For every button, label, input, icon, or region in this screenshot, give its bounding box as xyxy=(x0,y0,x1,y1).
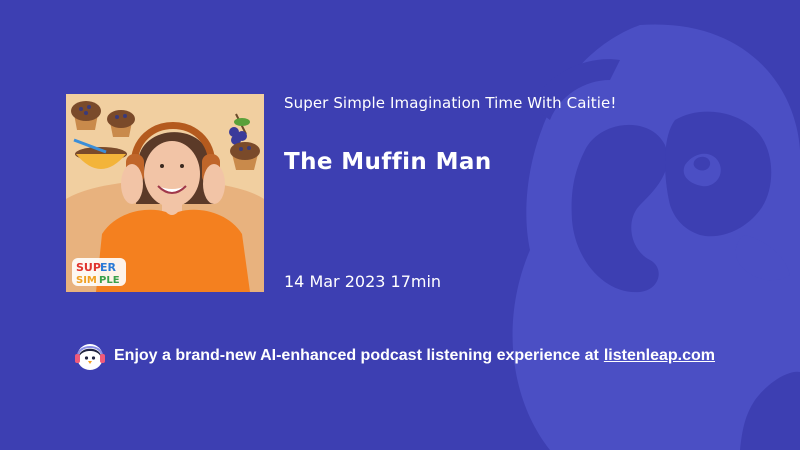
episode-duration: 17min xyxy=(390,272,442,291)
promo-text: Enjoy a brand-new AI-enhanced podcast li… xyxy=(114,347,599,364)
podcast-cover-image[interactable]: SUP ER SIM PLE xyxy=(66,94,264,292)
episode-meta: 14 Mar 2023 17min xyxy=(284,272,441,291)
promo-link[interactable]: listenleap.com xyxy=(604,347,715,365)
svg-text:SIM: SIM xyxy=(76,275,97,286)
svg-text:SUP: SUP xyxy=(76,261,101,274)
promo-banner: Enjoy a brand-new AI-enhanced podcast li… xyxy=(74,340,715,372)
show-title[interactable]: Super Simple Imagination Time With Caiti… xyxy=(284,94,616,112)
penguin-mascot-watermark-icon xyxy=(512,24,800,450)
episode-date: 14 Mar 2023 xyxy=(284,272,386,291)
svg-text:ER: ER xyxy=(100,261,117,274)
svg-text:PLE: PLE xyxy=(99,275,120,286)
episode-title[interactable]: The Muffin Man xyxy=(284,149,492,175)
penguin-headphones-icon xyxy=(75,344,105,370)
podcast-episode-card: SUP ER SIM PLE Super Simple Imagination … xyxy=(0,0,800,450)
